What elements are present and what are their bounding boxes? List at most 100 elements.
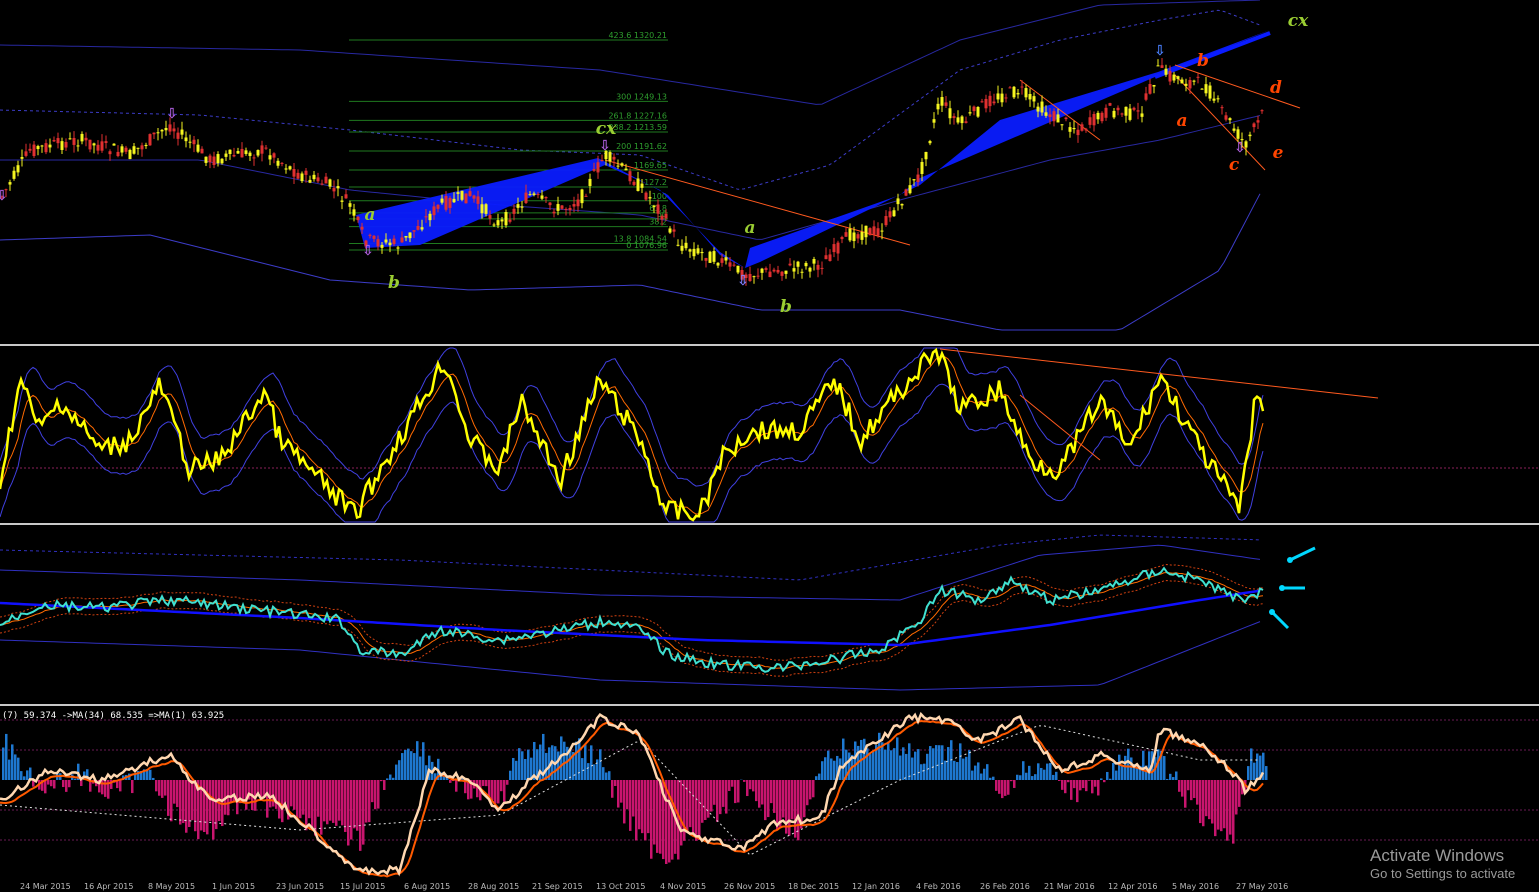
candle-body (228, 149, 232, 154)
candle-body (1172, 74, 1176, 81)
candle-body (696, 248, 700, 254)
candle-body (960, 116, 964, 124)
histogram-bar (980, 773, 983, 780)
histogram-bar (1061, 780, 1064, 790)
histogram-bar (854, 741, 857, 780)
histogram-bar (1079, 780, 1082, 791)
candle-body (424, 216, 428, 218)
histogram-bar (215, 780, 218, 830)
histogram-bar (1214, 780, 1217, 837)
candle-body (916, 174, 920, 183)
candle-body (432, 206, 436, 216)
candle-body (548, 202, 552, 206)
histogram-bar (773, 780, 776, 813)
histogram-bar (26, 770, 29, 780)
x-axis-tick-label: 4 Feb 2016 (916, 882, 961, 891)
histogram-bar (305, 780, 308, 831)
histogram-bar (389, 774, 392, 780)
candle-body (864, 225, 868, 238)
histogram-bar (1148, 751, 1151, 780)
x-axis: 24 Mar 2015 16 Apr 2015 8 May 2015 1 Jun 20… (0, 882, 1539, 892)
candle-body (40, 145, 44, 147)
histogram-bar (989, 777, 992, 780)
histogram-bar (1022, 761, 1025, 780)
histogram-bar (1217, 780, 1220, 830)
candle-body (1132, 107, 1136, 110)
harmonic-wave-edge (1154, 31, 1271, 79)
candle-body (240, 148, 244, 158)
candle-body (828, 254, 832, 261)
candle-body (56, 138, 60, 144)
candle-body (968, 112, 972, 114)
fib-level-label: 261.8 1227.16 (608, 111, 667, 120)
histogram-bar (368, 780, 371, 823)
candle-body (476, 196, 480, 204)
candle-body (676, 244, 680, 246)
candle-body (232, 155, 236, 157)
candle-body (472, 195, 476, 199)
candle-body (1180, 79, 1184, 84)
trend-line (604, 159, 911, 246)
candle-body (492, 224, 496, 226)
candle-body (1220, 107, 1224, 109)
histogram-bar (359, 780, 362, 851)
candle-body (732, 264, 736, 266)
candle-body (1028, 94, 1032, 100)
candle-body (96, 144, 100, 151)
candle-body (380, 244, 384, 248)
candle-body (648, 197, 652, 199)
candle-body (716, 262, 720, 266)
histogram-bar (638, 780, 641, 830)
candle-body (880, 230, 884, 232)
candle-body (1004, 97, 1008, 99)
histogram-bar (371, 780, 374, 803)
histogram-bar (626, 780, 629, 810)
histogram-bar (944, 760, 947, 780)
histogram-bar (749, 780, 752, 790)
histogram-bar (782, 780, 785, 818)
histogram-bar (176, 780, 179, 808)
candle-body (872, 226, 876, 235)
candle-body (1096, 112, 1100, 120)
histogram-bar (689, 780, 692, 828)
candle-body (952, 116, 956, 119)
histogram-bar (719, 780, 722, 815)
histogram-bar (161, 780, 164, 798)
wave-arrow-icon: ⇩ (362, 243, 374, 259)
histogram-bar (398, 760, 401, 780)
candle-body (580, 189, 584, 204)
candle-body (164, 127, 168, 131)
candle-body (632, 181, 636, 185)
candle-body (116, 151, 120, 157)
candle-body (760, 268, 764, 273)
candle-body (628, 171, 632, 182)
candle-body (992, 101, 996, 104)
histogram-bar (1031, 776, 1034, 780)
histogram-bar (65, 780, 68, 792)
candle-body (1236, 129, 1240, 139)
candle-body (1148, 84, 1152, 94)
histogram-bar (872, 751, 875, 780)
candle-body (956, 117, 960, 123)
candle-body (552, 211, 556, 214)
candle-body (1072, 128, 1076, 130)
x-axis-tick-label: 23 Jun 2015 (276, 882, 325, 891)
candle-body (736, 265, 740, 273)
wave-arrow-icon: ⇩ (166, 106, 178, 122)
candle-body (24, 151, 28, 156)
candle-body (888, 211, 892, 218)
candle-body (1092, 113, 1096, 126)
candle-body (360, 226, 364, 230)
histogram-bar (449, 780, 452, 783)
candle-body (576, 199, 580, 207)
candle-body (936, 103, 940, 110)
histogram-bar (983, 768, 986, 780)
histogram-bar (1058, 780, 1061, 781)
x-axis-tick-label: 13 Oct 2015 (596, 882, 646, 891)
histogram-bar (1220, 780, 1223, 832)
candle-body (776, 269, 780, 273)
histogram-bar (728, 780, 731, 791)
histogram-bar (896, 737, 899, 780)
candle-body (672, 229, 676, 232)
histogram-bar (29, 767, 32, 780)
